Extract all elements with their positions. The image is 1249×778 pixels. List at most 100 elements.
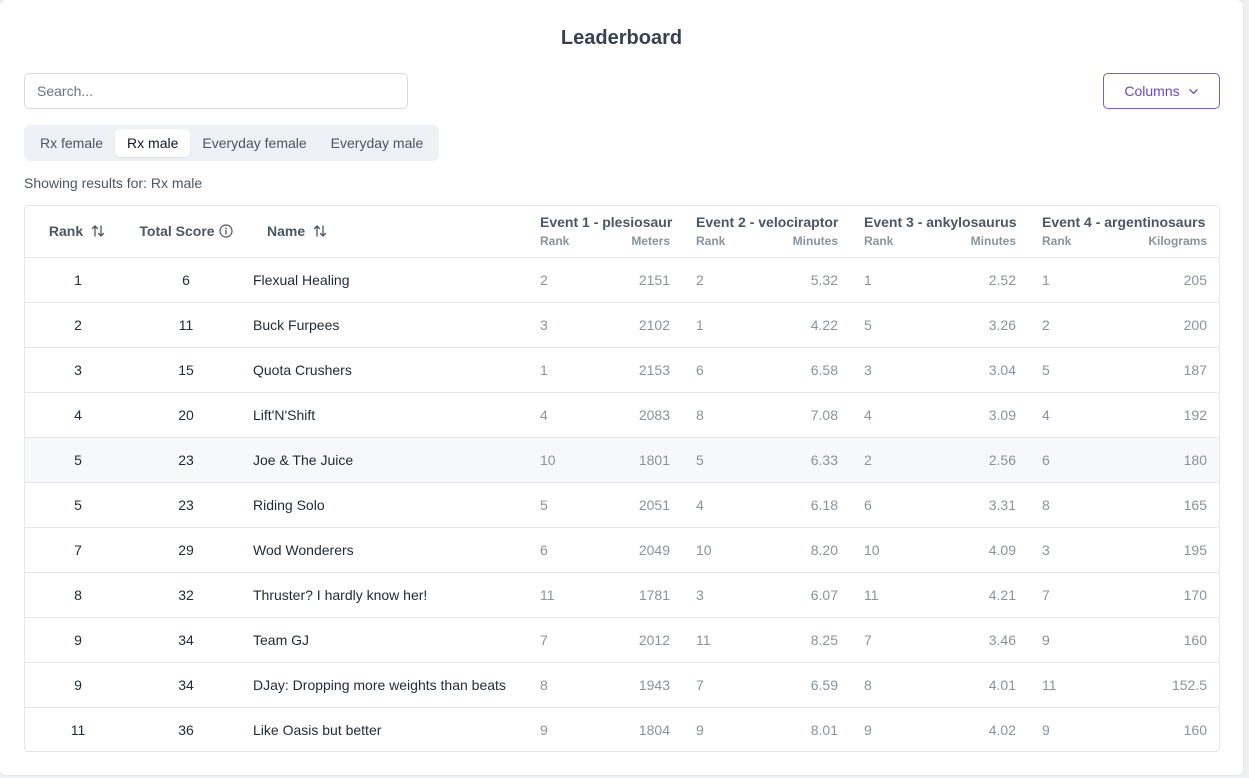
event-1-cell: 4 2083 [526, 392, 682, 437]
total-score-cell: 34 [178, 631, 194, 648]
event-2-result: 8.20 [810, 541, 838, 558]
event-3-result: 2.52 [988, 271, 1016, 288]
columns-button[interactable]: Columns [1103, 73, 1220, 109]
event-3-result: 3.04 [988, 361, 1016, 378]
event-1-cell: 8 1943 [526, 662, 682, 707]
table-body: 1 6 Flexual Healing 2 2151 2 5.32 1 2.52 1 205 2 11 B… [25, 257, 1219, 751]
event-1-result: 2153 [638, 361, 670, 378]
event-2-result: 8.25 [810, 631, 838, 648]
event-3-cell: 1 2.52 [850, 257, 1028, 302]
event-1-result: 2102 [638, 316, 670, 333]
event-2-cell: 8 7.08 [682, 392, 850, 437]
event-3-result: 2.56 [988, 451, 1016, 468]
rank-cell: 9 [74, 631, 82, 648]
tab-rx-male[interactable]: Rx male [115, 129, 191, 157]
sort-icon[interactable] [91, 224, 105, 238]
search-input[interactable] [24, 73, 408, 109]
event-2-result: 7.08 [810, 406, 838, 423]
table-row[interactable]: 8 32 Thruster? I hardly know her! 11 1781 3 6.… [25, 572, 1219, 617]
sort-icon[interactable] [313, 224, 327, 238]
total-score-cell: 29 [178, 541, 194, 558]
event-4-rank: 3 [1042, 541, 1050, 558]
event-4-rank-label: Rank [1042, 234, 1072, 248]
rank-cell: 5 [74, 451, 82, 468]
leaderboard-card: Leaderboard Columns Rx female Rx male Ev… [0, 0, 1243, 775]
total-score-cell: 23 [178, 451, 194, 468]
event-4-rank: 1 [1042, 271, 1050, 288]
total-score-cell: 11 [178, 316, 194, 333]
event-2-result: 6.33 [810, 451, 838, 468]
event-1-rank: 5 [540, 496, 548, 513]
table-row[interactable]: 9 34 Team GJ 7 2012 11 8.25 7 3.46 9 160 [25, 617, 1219, 662]
tab-everyday-female[interactable]: Everyday female [190, 129, 318, 157]
event-4-rank: 9 [1042, 721, 1050, 738]
rank-cell: 8 [74, 586, 82, 603]
team-name-cell: Thruster? I hardly know her! [253, 586, 428, 603]
table-row[interactable]: 1 6 Flexual Healing 2 2151 2 5.32 1 2.52 1 205 [25, 257, 1219, 302]
event-1-rank: 3 [540, 316, 548, 333]
event-3-result: 3.09 [988, 406, 1016, 423]
event-2-rank: 8 [696, 406, 704, 423]
table-row[interactable]: 7 29 Wod Wonderers 6 2049 10 8.20 10 4.09 3 195 [25, 527, 1219, 572]
info-icon[interactable] [218, 224, 233, 238]
event-2-cell: 10 8.20 [682, 527, 850, 572]
rank-cell: 9 [74, 676, 82, 693]
event-3-rank: 6 [864, 496, 872, 513]
team-name-cell: Joe & The Juice [253, 451, 354, 468]
event-2-cell: 6 6.58 [682, 347, 850, 392]
table-row[interactable]: 4 20 Lift'N'Shift 4 2083 8 7.08 4 3.09 4 192 [25, 392, 1219, 437]
table-row[interactable]: 11 36 Like Oasis but better 9 1804 9 8.01 9 4.02… [25, 707, 1219, 751]
event-1-cell: 7 2012 [526, 617, 682, 662]
event-1-result: 2083 [638, 406, 670, 423]
event-2-cell: 3 6.07 [682, 572, 850, 617]
name-header-label: Name [267, 223, 306, 240]
event-1-rank: 2 [540, 271, 548, 288]
total-score-cell: 32 [178, 586, 194, 603]
event-4-rank: 6 [1042, 451, 1050, 468]
total-score-cell: 20 [178, 406, 194, 423]
rank-cell: 1 [74, 271, 82, 288]
showing-results-text: Showing results for: Rx male [24, 175, 203, 191]
columns-button-label: Columns [1124, 83, 1180, 99]
event-4-cell: 9 160 [1028, 617, 1219, 662]
table-row[interactable]: 2 11 Buck Furpees 3 2102 1 4.22 5 3.26 2 200 [25, 302, 1219, 347]
leaderboard-table: Rank Total Score Name Event 1 - plesiosa… [24, 205, 1220, 752]
team-name-cell: Like Oasis but better [253, 721, 382, 738]
table-row[interactable]: 3 15 Quota Crushers 1 2153 6 6.58 3 3.04 5 187 [25, 347, 1219, 392]
event-3-cell: 7 3.46 [850, 617, 1028, 662]
event-1-result: 2049 [638, 541, 670, 558]
event-2-cell: 11 8.25 [682, 617, 850, 662]
table-row[interactable]: 5 23 Riding Solo 5 2051 4 6.18 6 3.31 8 165 [25, 482, 1219, 527]
event-1-rank: 11 [540, 586, 555, 603]
tab-rx-female[interactable]: Rx female [28, 129, 115, 157]
event-4-cell: 11 152.5 [1028, 662, 1219, 707]
event-4-rank: 8 [1042, 496, 1050, 513]
rank-header[interactable]: Rank [25, 206, 131, 257]
event-3-unit-label: Minutes [970, 234, 1016, 248]
event-3-result: 4.09 [988, 541, 1016, 558]
rank-cell: 2 [74, 316, 82, 333]
event-2-result: 6.58 [810, 361, 838, 378]
event-3-cell: 6 3.31 [850, 482, 1028, 527]
event-1-title: Event 1 - plesiosaur [540, 214, 673, 230]
team-name-cell: Riding Solo [253, 496, 325, 513]
rank-cell: 11 [70, 721, 86, 738]
event-3-rank: 11 [864, 586, 879, 603]
event-2-result: 6.18 [810, 496, 838, 513]
event-2-rank: 1 [696, 316, 704, 333]
total-score-cell: 6 [182, 271, 190, 288]
table-row[interactable]: 5 23 Joe & The Juice 10 1801 5 6.33 2 2.56 6 180 [25, 437, 1219, 482]
name-header[interactable]: Name [241, 206, 526, 257]
event-2-unit-label: Minutes [792, 234, 838, 248]
event-3-result: 4.21 [988, 586, 1016, 603]
event-4-rank: 4 [1042, 406, 1050, 423]
event-1-cell: 6 2049 [526, 527, 682, 572]
tab-everyday-male[interactable]: Everyday male [319, 129, 436, 157]
event-3-result: 3.46 [988, 631, 1016, 648]
team-name-cell: Quota Crushers [253, 361, 352, 378]
table-row[interactable]: 9 34 DJay: Dropping more weights than beat… [25, 662, 1219, 707]
event-2-rank: 11 [696, 631, 711, 648]
event-1-result: 1804 [638, 721, 670, 738]
team-name-cell: Lift'N'Shift [253, 406, 316, 423]
team-name-cell: Flexual Healing [253, 271, 350, 288]
